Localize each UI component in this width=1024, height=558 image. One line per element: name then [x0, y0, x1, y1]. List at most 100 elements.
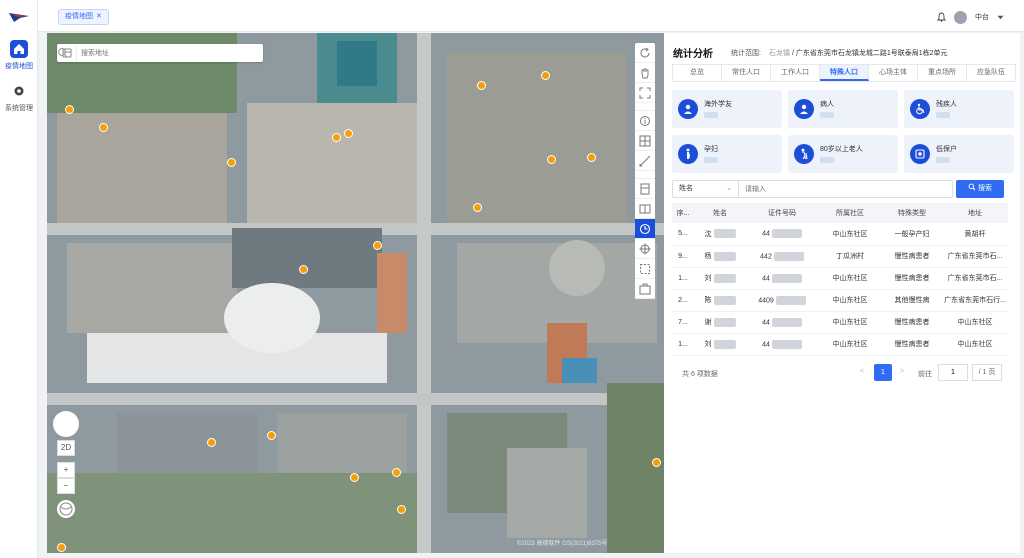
left-nav: 疫情地图 系统管理	[0, 0, 38, 558]
open-tab-epidemic-map[interactable]: 疫情地图 ✕	[58, 9, 109, 25]
table-row[interactable]: 2... 陈 4409 中山东社区 其他慢性病 广东省东莞市石行...	[672, 289, 1008, 312]
field-select[interactable]: 姓名 ⌄	[673, 181, 739, 197]
map-pin[interactable]	[99, 123, 108, 132]
info-icon	[640, 116, 650, 126]
search-button[interactable]: 搜索	[956, 180, 1004, 198]
map-pin[interactable]	[227, 158, 236, 167]
map-pin[interactable]	[332, 133, 341, 142]
clock-pie-icon	[639, 223, 651, 235]
card-low-income[interactable]: 低保户	[904, 135, 1014, 173]
tab-special-population[interactable]: 特殊人口	[820, 65, 869, 81]
grid-tool[interactable]	[635, 131, 655, 151]
cell-type: 其他慢性病	[882, 289, 942, 312]
fullscreen-tool[interactable]	[635, 83, 655, 103]
card-pregnant[interactable]: 孕妇	[672, 135, 782, 173]
card-disabled[interactable]: 残疾人	[904, 90, 1014, 128]
map-pin[interactable]	[392, 468, 401, 477]
search-button-label: 搜索	[977, 185, 992, 192]
nav-item-system-admin[interactable]: 系统管理	[0, 82, 38, 122]
card-value	[704, 157, 718, 163]
table-row[interactable]: 7... 谢 44 中山东社区 慢性病患者 中山东社区	[672, 311, 1008, 334]
col-special-type[interactable]: 特殊类型	[882, 203, 942, 223]
card-elderly[interactable]: 80岁以上老人	[788, 135, 898, 173]
id-text: 4409	[758, 296, 774, 304]
compass-icon[interactable]	[53, 411, 79, 437]
zoom-out-button[interactable]: −	[57, 478, 75, 494]
zoom-in-button[interactable]: +	[57, 462, 75, 478]
tab-overview[interactable]: 总览	[673, 65, 722, 81]
people-table: 序... 姓名 证件号码 所属社区 特殊类型 地址 5... 沈 44 中山东社…	[672, 203, 1008, 356]
col-id-number[interactable]: 证件号码	[746, 203, 818, 223]
map-pin[interactable]	[652, 458, 661, 467]
tab-emergency-teams[interactable]: 应急队伍	[967, 65, 1015, 81]
avatar[interactable]	[954, 10, 967, 24]
map-pin[interactable]	[373, 241, 382, 250]
prev-page-button[interactable]: <	[860, 368, 864, 375]
card-value	[936, 157, 950, 163]
redaction	[771, 317, 802, 327]
toolbox-tool[interactable]	[635, 279, 655, 299]
cell-address: 黄胡杆	[942, 223, 1008, 246]
cell-type: 慢性病患者	[882, 245, 942, 268]
map-pin[interactable]	[477, 81, 486, 90]
select-tool[interactable]	[635, 259, 655, 279]
page-count: / 1 页	[972, 364, 1002, 381]
redaction	[771, 273, 802, 283]
pregnant-icon	[678, 144, 698, 164]
search-icon[interactable]	[57, 47, 69, 59]
refresh-tool[interactable]	[635, 43, 655, 63]
map-pin[interactable]	[267, 431, 276, 440]
map-pin[interactable]	[547, 155, 556, 164]
next-page-button[interactable]: >	[900, 368, 904, 375]
tab-working-population[interactable]: 工作人口	[771, 65, 820, 81]
info-tool[interactable]	[635, 111, 655, 131]
map-pin[interactable]	[350, 473, 359, 482]
col-index[interactable]: 序...	[672, 203, 694, 223]
table-row[interactable]: 5... 沈 44 中山东社区 一般孕产妇 黄胡杆	[672, 223, 1008, 246]
map-search-input[interactable]	[81, 46, 241, 60]
target-tool[interactable]	[635, 239, 655, 259]
refresh-icon	[640, 47, 650, 58]
zoom-2d-button[interactable]: 2D	[57, 440, 75, 456]
map-pin[interactable]	[57, 543, 66, 552]
grid-icon	[639, 135, 651, 147]
card-overseas-students[interactable]: 海外学友	[672, 90, 782, 128]
cell-name: 刘	[694, 267, 746, 290]
map-pin[interactable]	[65, 105, 74, 114]
col-name[interactable]: 姓名	[694, 203, 746, 223]
map-pin[interactable]	[299, 265, 308, 274]
tab-market-entities[interactable]: 心场主体	[869, 65, 918, 81]
keyword-input[interactable]	[745, 183, 945, 195]
statistics-tool[interactable]	[635, 219, 655, 239]
measure-tool[interactable]	[635, 151, 655, 171]
table-row[interactable]: 9... 杨 442 丁瓜洲村 慢性病患者 广东省东莞市石...	[672, 245, 1008, 268]
close-icon[interactable]: ✕	[96, 13, 102, 20]
panel-tool[interactable]	[635, 179, 655, 199]
map-pin[interactable]	[397, 505, 406, 514]
hand-icon	[641, 68, 649, 79]
table-row[interactable]: 1... 刘 44 中山东社区 慢性病患者 中山东社区	[672, 333, 1008, 356]
globe-icon[interactable]	[57, 500, 75, 518]
tab-resident-population[interactable]: 常住人口	[722, 65, 771, 81]
nav-item-epidemic-map[interactable]: 疫情地图	[0, 40, 38, 80]
map-pin[interactable]	[473, 203, 482, 212]
user-name[interactable]: 中台	[975, 12, 989, 22]
bell-icon[interactable]	[937, 12, 946, 22]
caret-down-icon[interactable]	[997, 15, 1004, 20]
map-pin[interactable]	[344, 129, 353, 138]
tab-key-places[interactable]: 重点场所	[918, 65, 967, 81]
map-pin[interactable]	[587, 153, 596, 162]
scope-town[interactable]: 石龙镇	[769, 50, 790, 57]
card-patients[interactable]: 病人	[788, 90, 898, 128]
col-address[interactable]: 地址	[942, 203, 1008, 223]
page-1-button[interactable]: 1	[874, 364, 892, 381]
map-pin[interactable]	[207, 438, 216, 447]
map-search	[57, 44, 263, 62]
map-pin[interactable]	[541, 71, 550, 80]
satellite-map[interactable]: 2D + − ©2023 高德软件 GS(2021)6375号	[47, 33, 664, 553]
col-community[interactable]: 所属社区	[818, 203, 882, 223]
book-tool[interactable]	[635, 199, 655, 219]
pan-tool[interactable]	[635, 63, 655, 83]
goto-page-input[interactable]	[938, 364, 968, 381]
table-row[interactable]: 1... 刘 44 中山东社区 慢性病患者 广东省东莞市石...	[672, 267, 1008, 290]
